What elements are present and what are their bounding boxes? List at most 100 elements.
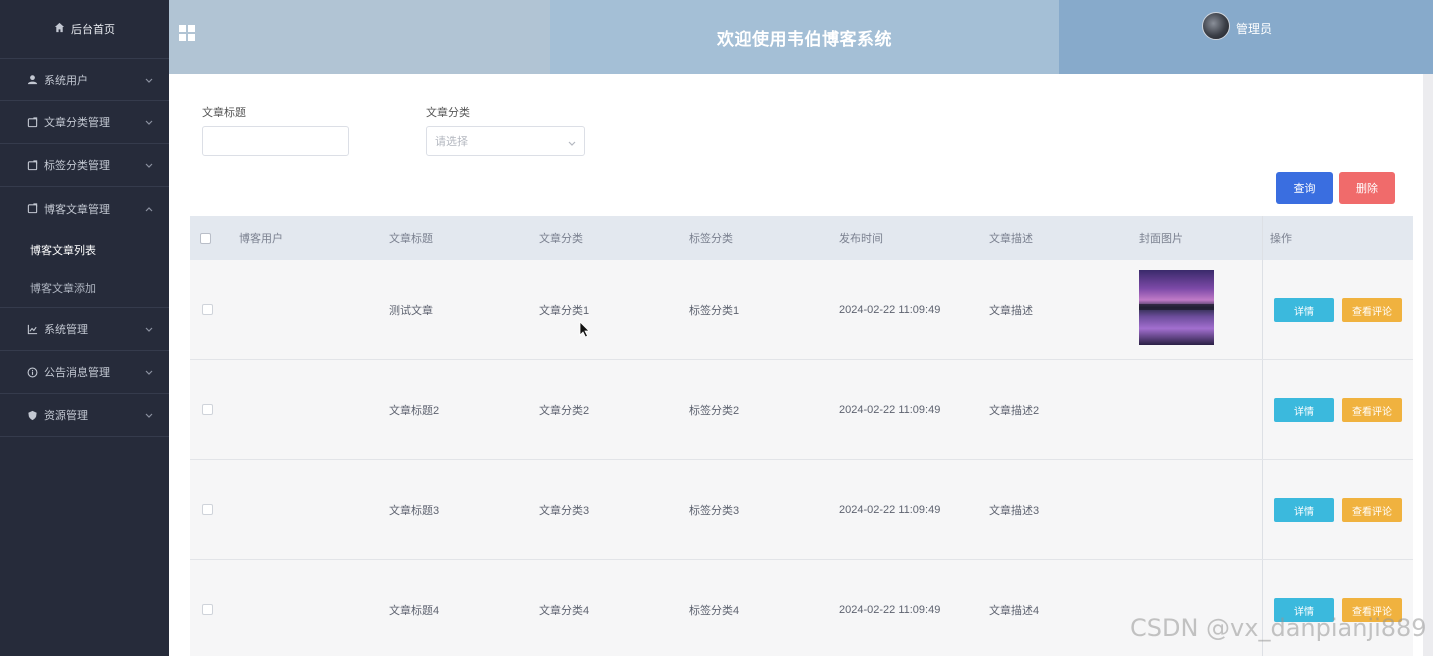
row-checkbox[interactable] [202,460,213,559]
sidebar-item-label: 系统用户 [44,74,88,87]
sidebar-subitem-article-add[interactable]: 博客文章添加 [0,269,169,308]
articles-table: 博客用户 文章标题 文章分类 标签分类 发布时间 文章描述 封面图片 操作 测试… [190,216,1413,656]
cell-tag: 标签分类3 [689,504,740,517]
divider [1262,216,1263,260]
page-scrollbar[interactable] [1423,74,1433,656]
folder-icon [26,203,38,215]
column-header: 文章分类 [539,233,583,245]
shield-icon [26,409,38,421]
cell-time: 2024-02-22 11:09:49 [839,403,941,416]
chart-icon [26,323,38,335]
sidebar-item-article-category[interactable]: 文章分类管理 [0,101,169,144]
sidebar-item-label: 公告消息管理 [44,367,110,379]
folder-icon [26,116,38,128]
column-header: 发布时间 [839,233,883,245]
cell-desc: 文章描述4 [989,604,1040,617]
cell-time: 2024-02-22 11:09:49 [839,503,941,516]
view-comments-button[interactable]: 查看评论 [1342,498,1402,522]
avatar[interactable] [1202,12,1230,40]
main-content: 文章标题 文章分类 请选择 查询 删除 博客用户 文章标题 文章分类 标签分类 … [169,74,1423,656]
view-comments-button[interactable]: 查看评论 [1342,298,1402,322]
chevron-down-icon [145,117,153,129]
chevron-down-icon [145,160,153,172]
title-input[interactable] [202,126,349,156]
cover-image[interactable] [1139,270,1214,345]
grid-menu-icon[interactable] [179,25,195,44]
divider [1262,260,1263,359]
row-checkbox[interactable] [202,360,213,459]
chevron-up-icon [145,203,153,215]
query-button[interactable]: 查询 [1276,172,1333,204]
cell-desc: 文章描述3 [989,504,1040,517]
detail-button[interactable]: 详情 [1274,398,1334,422]
cell-tag: 标签分类1 [689,304,740,317]
divider [1262,460,1263,559]
table-row: 测试文章 文章分类1 标签分类1 2024-02-22 11:09:49 文章描… [190,260,1413,360]
cell-title: 文章标题4 [389,604,440,617]
table-row: 文章标题3 文章分类3 标签分类3 2024-02-22 11:09:49 文章… [190,460,1413,560]
category-select-placeholder: 请选择 [435,136,468,148]
cell-category: 文章分类2 [539,404,590,417]
cell-category: 文章分类1 [539,304,590,317]
delete-button[interactable]: 删除 [1339,172,1395,204]
view-comments-button[interactable]: 查看评论 [1342,398,1402,422]
cell-title: 文章标题2 [389,404,440,417]
chevron-down-icon [568,138,576,150]
chevron-down-icon [145,75,153,87]
detail-button[interactable]: 详情 [1274,498,1334,522]
column-header: 操作 [1270,233,1292,245]
column-header: 博客用户 [239,233,283,245]
header-left [169,0,550,74]
cell-title: 测试文章 [389,304,433,317]
mouse-cursor-icon [579,321,590,341]
sidebar-item-tag-category[interactable]: 标签分类管理 [0,144,169,187]
detail-button[interactable]: 详情 [1274,298,1334,322]
cell-time: 2024-02-22 11:09:49 [839,603,941,616]
folder-icon [26,159,38,171]
sidebar-item-label: 博客文章管理 [44,203,110,216]
chevron-down-icon [145,410,153,422]
sidebar-item-notices[interactable]: 公告消息管理 [0,351,169,394]
home-icon [54,22,65,36]
sidebar-item-blog-articles[interactable]: 博客文章管理 [0,187,169,230]
cell-tag: 标签分类2 [689,404,740,417]
filter-title-label: 文章标题 [202,107,246,119]
sidebar-home-label: 后台首页 [71,24,115,36]
cell-time: 2024-02-22 11:09:49 [839,303,941,316]
sidebar-item-label: 标签分类管理 [44,160,110,172]
chevron-down-icon [145,324,153,336]
sidebar-item-resources[interactable]: 资源管理 [0,394,169,437]
watermark: CSDN @vx_danpianji889 [1130,614,1427,642]
header-username: 管理员 [1236,22,1273,36]
info-icon [26,366,38,378]
row-checkbox[interactable] [202,260,213,359]
cell-desc: 文章描述 [989,304,1033,317]
sidebar-item-label: 文章分类管理 [44,117,110,129]
cell-tag: 标签分类4 [689,604,740,617]
sidebar-item-label: 系统管理 [44,324,88,336]
category-select[interactable]: 请选择 [426,126,585,156]
sidebar-item-label: 资源管理 [44,410,88,422]
header-title: 欢迎使用韦伯博客系统 [550,0,1059,74]
filter-category-label: 文章分类 [426,107,470,119]
cell-category: 文章分类3 [539,504,590,517]
sidebar-subitem-article-list[interactable]: 博客文章列表 [0,230,169,269]
row-checkbox[interactable] [202,560,213,656]
header-user[interactable]: 管理员 [1059,0,1433,74]
sidebar-item-system[interactable]: 系统管理 [0,308,169,351]
select-all-checkbox[interactable] [200,216,211,260]
column-header: 标签分类 [689,233,733,245]
user-icon [26,74,38,86]
top-header: 欢迎使用韦伯博客系统 管理员 [169,0,1433,74]
cell-category: 文章分类4 [539,604,590,617]
sidebar-item-users[interactable]: 系统用户 [0,58,169,101]
chevron-down-icon [145,367,153,379]
table-row: 文章标题2 文章分类2 标签分类2 2024-02-22 11:09:49 文章… [190,360,1413,460]
sidebar-home[interactable]: 后台首页 [0,0,169,58]
table-header: 博客用户 文章标题 文章分类 标签分类 发布时间 文章描述 封面图片 操作 [190,216,1413,260]
column-header: 文章标题 [389,233,433,245]
column-header: 文章描述 [989,233,1033,245]
column-header: 封面图片 [1139,233,1183,245]
divider [1262,360,1263,459]
sidebar: 后台首页 系统用户 文章分类管理 标签分类管理 博客文章管理 博客文章列表 博客… [0,0,169,656]
